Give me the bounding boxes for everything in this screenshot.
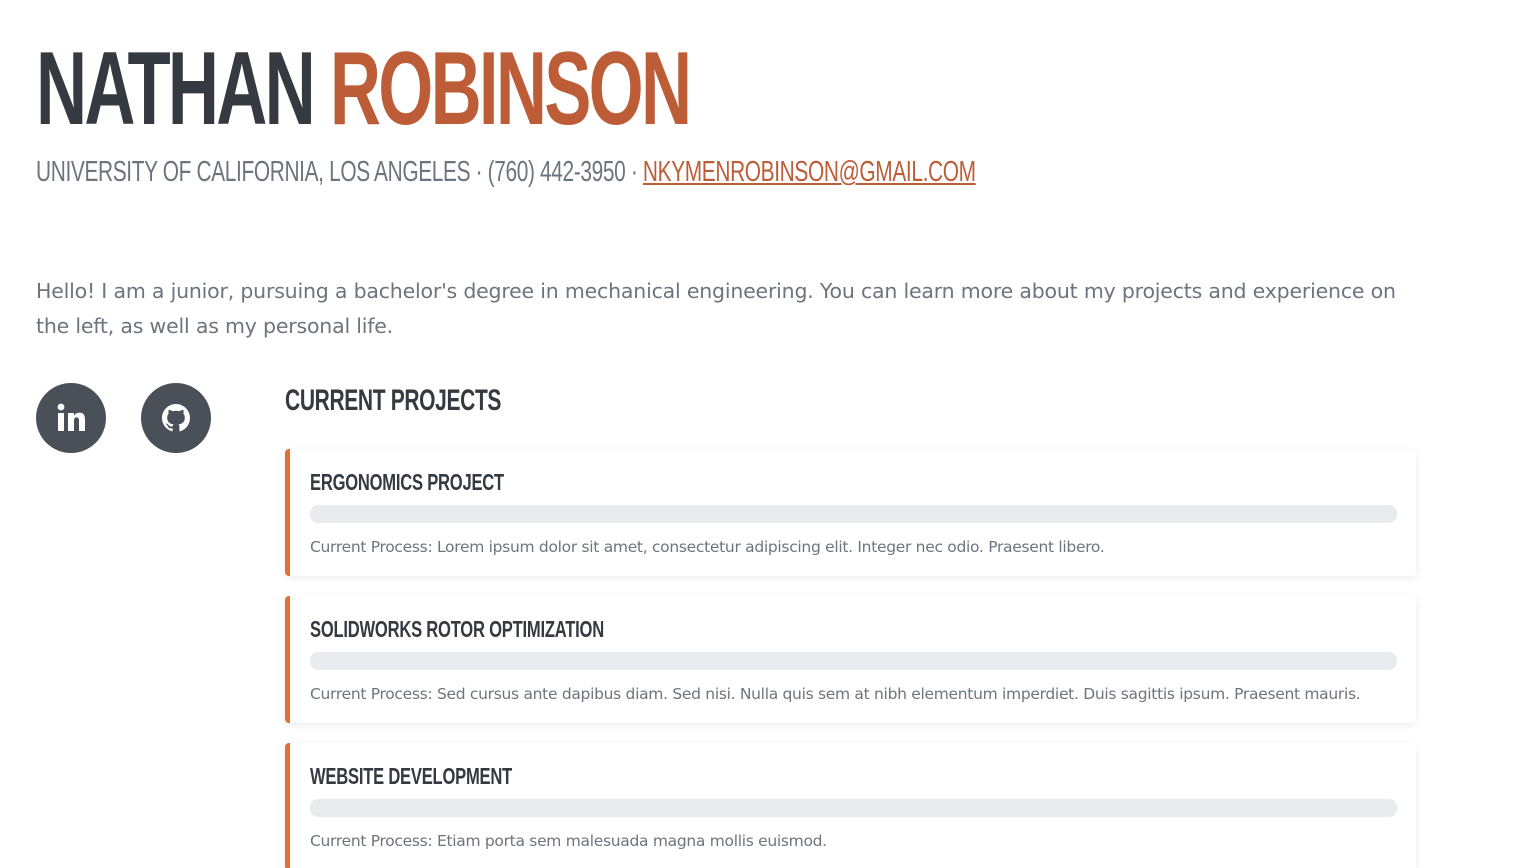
project-title: WEBSITE DEVELOPMENT: [310, 763, 512, 789]
project-card: SOLIDWORKS ROTOR OPTIMIZATION Current Pr…: [285, 596, 1416, 723]
separator: ·: [625, 156, 643, 188]
project-description: Current Process: Lorem ipsum dolor sit a…: [310, 538, 1105, 556]
phone-text[interactable]: (760) 442-3950: [488, 156, 626, 188]
page-header: NATHAN ROBINSON: [36, 30, 997, 148]
project-card: ERGONOMICS PROJECT Current Process: Lore…: [285, 449, 1416, 576]
project-card: WEBSITE DEVELOPMENT Current Process: Eti…: [285, 743, 1416, 868]
separator: ·: [470, 156, 488, 188]
project-description: Current Process: Etiam porta sem malesua…: [310, 832, 827, 850]
project-description: Current Process: Sed cursus ante dapibus…: [310, 685, 1361, 703]
first-name: NATHAN: [36, 31, 316, 147]
github-icon: [160, 402, 192, 434]
project-title: ERGONOMICS PROJECT: [310, 469, 504, 495]
intro-paragraph: Hello! I am a junior, pursuing a bachelo…: [36, 278, 1396, 338]
page-title: NATHAN ROBINSON: [36, 30, 692, 148]
github-button[interactable]: [141, 383, 211, 453]
projects-heading: CURRENT PROJECTS: [285, 384, 502, 417]
last-name: ROBINSON: [329, 31, 692, 147]
social-links: [36, 383, 211, 453]
university-text: UNIVERSITY OF CALIFORNIA, LOS ANGELES: [36, 156, 471, 188]
progress-bar: [310, 652, 1397, 670]
linkedin-button[interactable]: [36, 383, 106, 453]
projects-section: CURRENT PROJECTS ERGONOMICS PROJECT Curr…: [285, 378, 1416, 868]
linkedin-icon: [55, 402, 87, 434]
progress-bar: [310, 799, 1397, 817]
email-link[interactable]: NKYMENROBINSON@GMAIL.COM: [643, 156, 976, 188]
progress-bar: [310, 505, 1397, 523]
project-title: SOLIDWORKS ROTOR OPTIMIZATION: [310, 616, 604, 642]
contact-line: UNIVERSITY OF CALIFORNIA, LOS ANGELES · …: [36, 153, 976, 191]
